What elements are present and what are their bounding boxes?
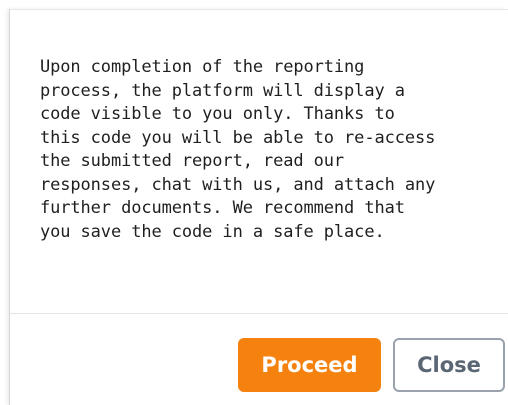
message-line: Upon completion of the reporting [40, 57, 365, 77]
close-button[interactable]: Close [393, 338, 505, 392]
screen: Upon completion of the reporting process,… [0, 0, 508, 405]
message-line: this code you will be able to re-access [40, 127, 436, 148]
dialog-message: Upon completion of the reporting process,… [40, 56, 500, 244]
message-line: responses, chat with us, and attach any [40, 174, 436, 195]
message-line: further documents. We recommend that [40, 198, 405, 218]
proceed-button[interactable]: Proceed [238, 338, 381, 392]
message-line: code visible to you only. Thanks to [40, 104, 395, 124]
confirmation-dialog: Upon completion of the reporting process,… [9, 9, 508, 405]
footer-divider [10, 313, 508, 314]
message-line: process, the platform will display a [40, 80, 405, 101]
message-line: the submitted report, read our [40, 151, 345, 171]
message-line: you save the code in a safe place. [40, 221, 385, 242]
dialog-footer: Proceed Close [238, 337, 508, 393]
